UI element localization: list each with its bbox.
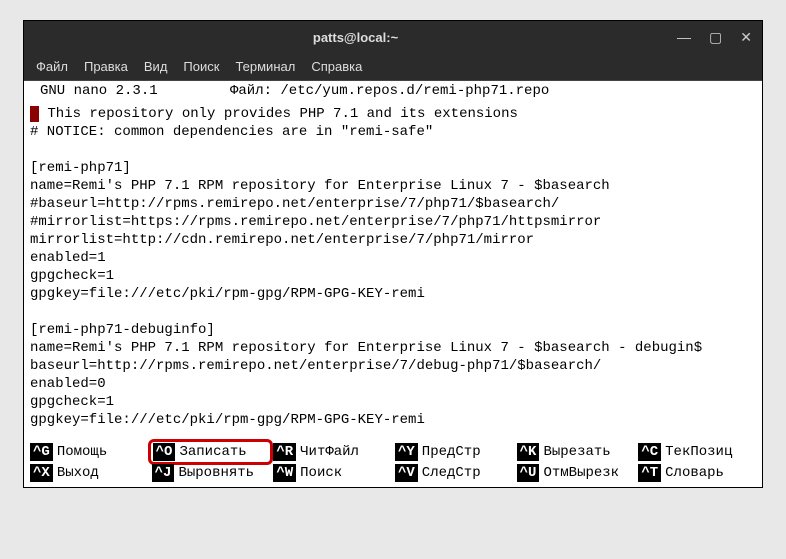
nano-header: GNU nano 2.3.1 Файл: /etc/yum.repos.d/re… [24, 81, 762, 101]
terminal-window: patts@local:~ — ▢ ✕ Файл Правка Вид Поис… [23, 20, 763, 488]
menu-edit[interactable]: Правка [84, 59, 128, 74]
shortcut-spell[interactable]: ^T Словарь [636, 463, 758, 483]
file-line: mirrorlist=http://cdn.remirepo.net/enter… [30, 232, 534, 248]
menu-terminal[interactable]: Терминал [235, 59, 295, 74]
close-icon[interactable]: ✕ [740, 29, 752, 46]
file-line: #baseurl=http://rpms.remirepo.net/enterp… [30, 196, 559, 212]
file-line: gpgcheck=1 [30, 268, 114, 284]
shortcut-search[interactable]: ^W Поиск [271, 463, 393, 483]
shortcut-label: Словарь [665, 465, 724, 481]
shortcut-key: ^C [638, 443, 661, 461]
shortcut-nextpage[interactable]: ^V СледСтр [393, 463, 515, 483]
window-controls: — ▢ ✕ [677, 29, 752, 46]
shortcut-readfile[interactable]: ^R ЧитФайл [271, 441, 393, 463]
menu-help[interactable]: Справка [311, 59, 362, 74]
file-line: name=Remi's PHP 7.1 RPM repository for E… [30, 178, 610, 194]
shortcut-label: ЧитФайл [300, 444, 359, 460]
shortcut-key: ^V [395, 464, 418, 482]
shortcut-label: Выровнять [178, 465, 254, 481]
nano-shortcuts: ^G Помощь ^O Записать ^R ЧитФайл ^Y Пред… [24, 441, 762, 487]
shortcut-label: Выход [57, 465, 99, 481]
shortcut-writeout[interactable]: ^O Записать [148, 439, 274, 465]
shortcut-key: ^T [638, 464, 661, 482]
shortcut-uncut[interactable]: ^U ОтмВырезк [515, 463, 637, 483]
titlebar: patts@local:~ — ▢ ✕ [24, 21, 762, 53]
shortcut-label: Вырезать [543, 444, 610, 460]
file-line: baseurl=http://rpms.remirepo.net/enterpr… [30, 358, 601, 374]
file-line: [remi-php71-debuginfo] [30, 322, 215, 338]
shortcut-exit[interactable]: ^X Выход [28, 463, 150, 483]
shortcut-help[interactable]: ^G Помощь [28, 441, 150, 463]
menu-view[interactable]: Вид [144, 59, 168, 74]
shortcut-cut[interactable]: ^K Вырезать [515, 441, 637, 463]
file-line: name=Remi's PHP 7.1 RPM repository for E… [30, 340, 702, 356]
shortcut-label: СледСтр [422, 465, 481, 481]
file-line: gpgcheck=1 [30, 394, 114, 410]
menu-file[interactable]: Файл [36, 59, 68, 74]
menu-search[interactable]: Поиск [183, 59, 219, 74]
shortcut-key: ^R [273, 443, 296, 461]
window-title: patts@local:~ [34, 30, 677, 45]
nano-app-name: GNU nano 2.3.1 [30, 83, 230, 99]
file-line: This repository only provides PHP 7.1 an… [39, 106, 518, 122]
shortcut-key: ^O [153, 443, 176, 461]
shortcut-label: ОтмВырезк [543, 465, 619, 481]
shortcut-key: ^J [152, 464, 175, 482]
shortcut-label: ПредСтр [422, 444, 481, 460]
file-line: enabled=0 [30, 376, 106, 392]
shortcut-key: ^G [30, 443, 53, 461]
shortcut-key: ^W [273, 464, 296, 482]
menubar: Файл Правка Вид Поиск Терминал Справка [24, 53, 762, 81]
file-line: gpgkey=file:///etc/pki/rpm-gpg/RPM-GPG-K… [30, 412, 425, 428]
nano-file-path: Файл: /etc/yum.repos.d/remi-php71.repo [230, 83, 549, 99]
shortcut-label: Записать [179, 444, 246, 460]
file-line: #mirrorlist=https://rpms.remirepo.net/en… [30, 214, 601, 230]
editor-content[interactable]: This repository only provides PHP 7.1 an… [24, 101, 762, 441]
shortcut-prevpage[interactable]: ^Y ПредСтр [393, 441, 515, 463]
shortcut-key: ^X [30, 464, 53, 482]
maximize-icon[interactable]: ▢ [709, 29, 722, 46]
shortcut-curpos[interactable]: ^C ТекПозиц [636, 441, 758, 463]
file-line: enabled=1 [30, 250, 106, 266]
file-line: # NOTICE: common dependencies are in "re… [30, 124, 433, 140]
shortcut-label: Помощь [57, 444, 107, 460]
shortcut-key: ^U [517, 464, 540, 482]
shortcut-label: ТекПозиц [665, 444, 732, 460]
cursor [30, 106, 39, 122]
shortcut-key: ^Y [395, 443, 418, 461]
file-line: gpgkey=file:///etc/pki/rpm-gpg/RPM-GPG-K… [30, 286, 425, 302]
file-line: [remi-php71] [30, 160, 131, 176]
shortcut-label: Поиск [300, 465, 342, 481]
minimize-icon[interactable]: — [677, 29, 691, 46]
shortcut-key: ^K [517, 443, 540, 461]
shortcut-justify[interactable]: ^J Выровнять [150, 463, 272, 483]
